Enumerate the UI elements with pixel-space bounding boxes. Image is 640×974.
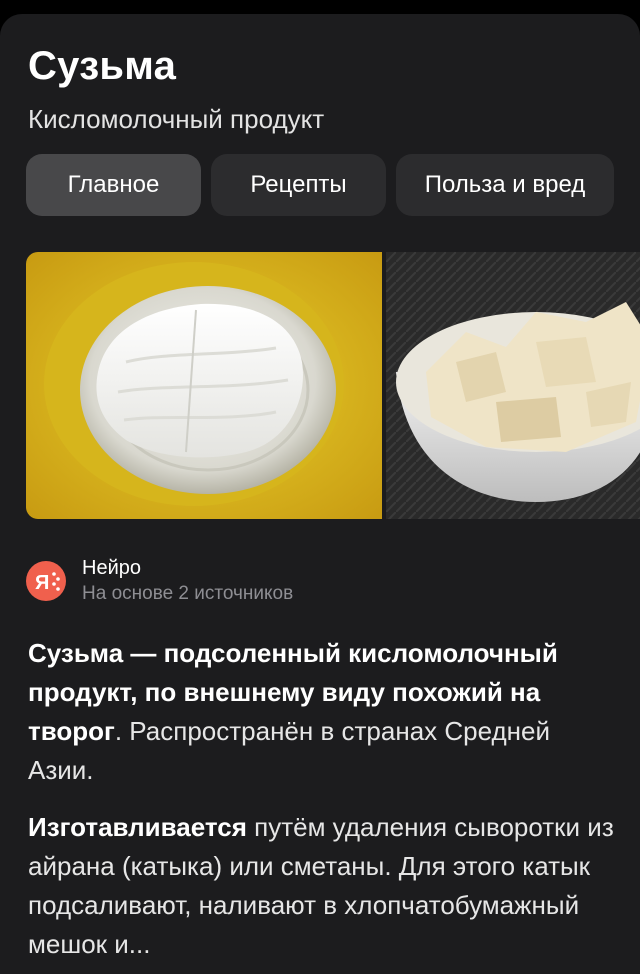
neiro-name: Нейро — [82, 557, 141, 579]
tab-recipes[interactable]: Рецепты — [211, 154, 386, 216]
answer-paragraph-1: Сузьма — подсоленный кисломолочный проду… — [28, 634, 618, 790]
suzma-on-plate-photo[interactable] — [26, 252, 382, 519]
tab-benefit-harm[interactable]: Польза и вред — [396, 154, 614, 216]
svg-text:Я: Я — [35, 572, 49, 594]
neiro-source[interactable]: Я Нейро На основе 2 источников — [26, 558, 293, 603]
neiro-sources-note[interactable]: На основе 2 источников — [82, 584, 293, 603]
page-subtitle: Кисломолочный продукт — [28, 104, 325, 134]
answer-paragraph-2[interactable]: Изготавливается путём удаления сыворотки… — [28, 808, 618, 964]
tab-main[interactable]: Главное — [26, 154, 201, 216]
image-gallery[interactable] — [26, 252, 640, 519]
neiro-logo-icon: Я — [26, 560, 66, 601]
tab-bar: Главное Рецепты Польза и вред — [26, 154, 614, 216]
result-card: Сузьма Кисломолочный продукт Главное Рец… — [0, 14, 640, 974]
answer-paragraph-2-bold: Изготавливается — [28, 812, 247, 842]
suzma-in-bowl-photo[interactable] — [386, 252, 640, 519]
page-title: Сузьма — [28, 44, 177, 88]
